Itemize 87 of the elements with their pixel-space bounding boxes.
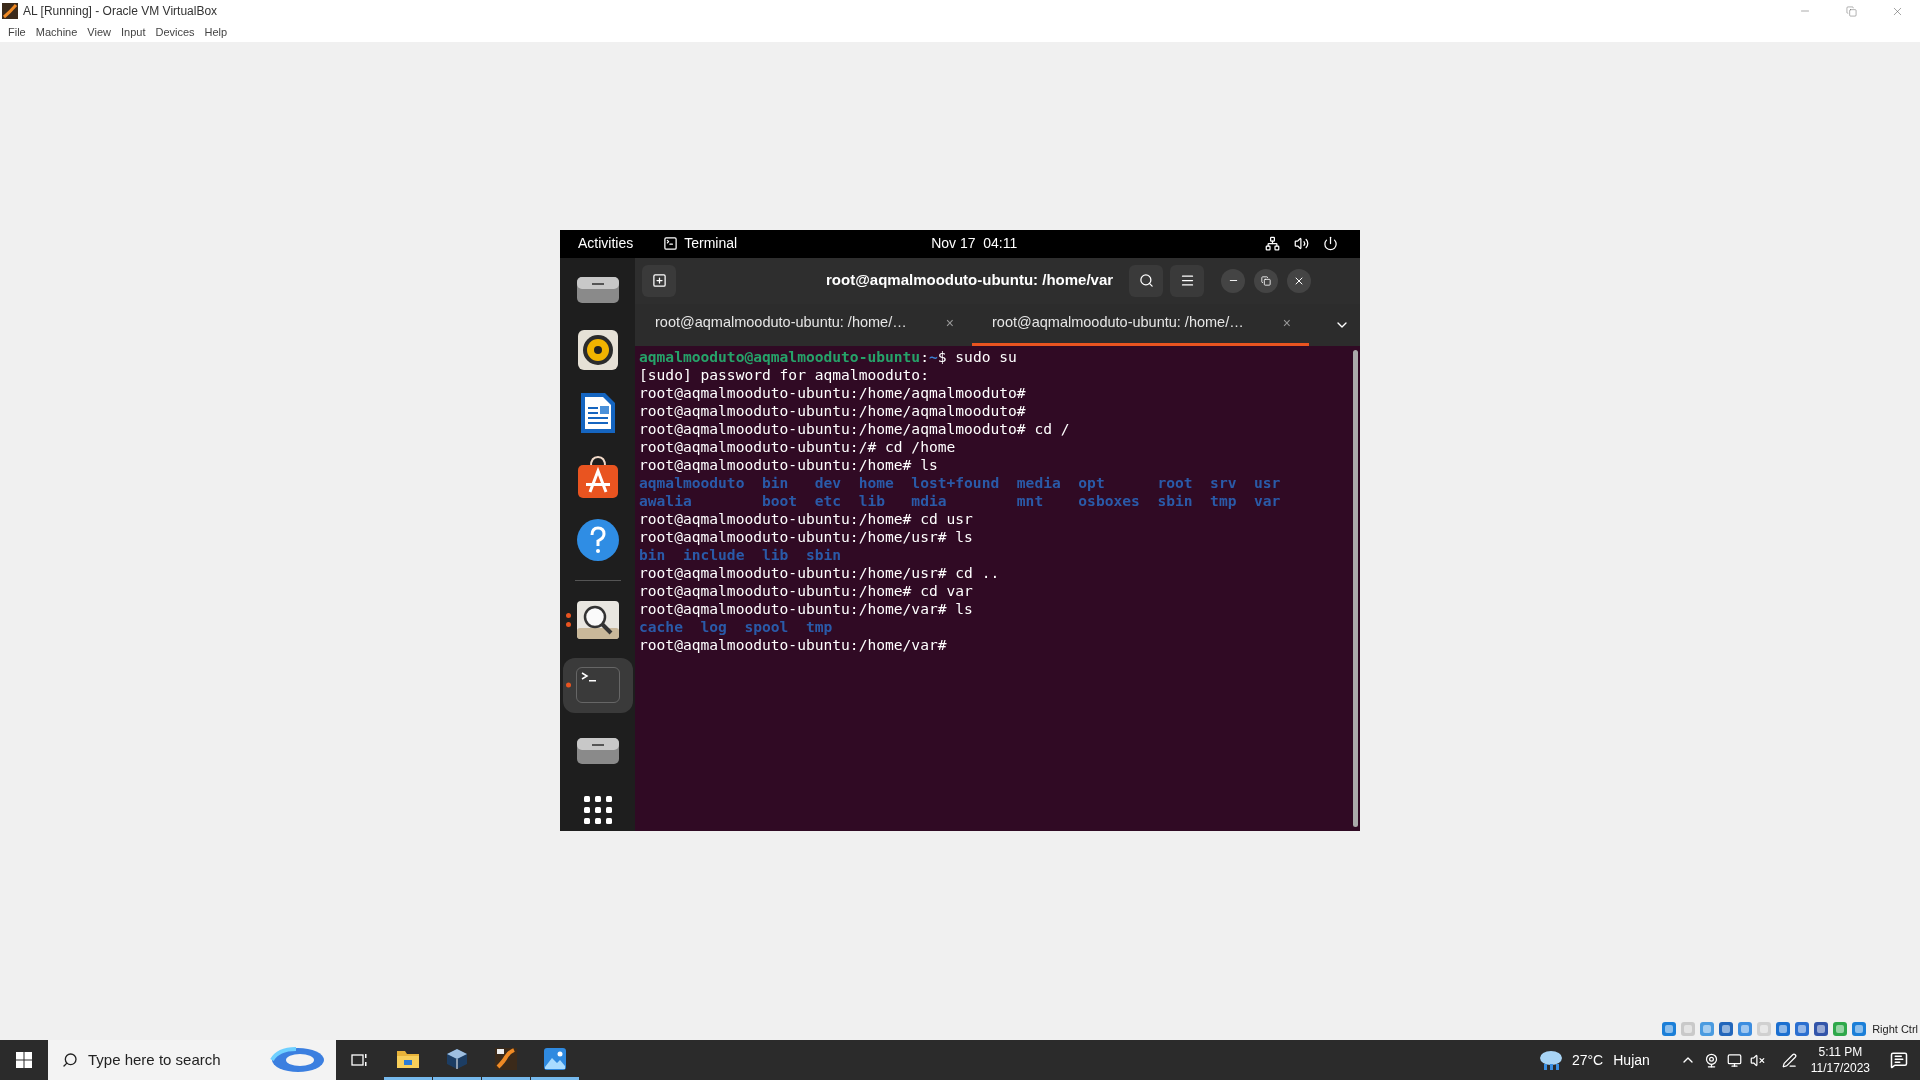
tab-close-button[interactable]: × (945, 312, 954, 334)
status-indicator-icon[interactable] (1832, 1021, 1849, 1037)
app-grid-icon[interactable] (582, 795, 613, 826)
status-indicator-icon[interactable] (1737, 1021, 1754, 1037)
tab-label[interactable]: root@aqmalmooduto-ubuntu: /home/… (992, 312, 1244, 334)
menu-icon (1179, 273, 1195, 288)
terminal-line: root@aqmalmooduto-ubuntu:/# cd /home (639, 437, 956, 456)
task-view-icon[interactable] (350, 1051, 368, 1069)
status-indicator-icon[interactable] (1661, 1021, 1678, 1037)
pen-icon[interactable] (1781, 1052, 1797, 1068)
terminal-line: root@aqmalmooduto-ubuntu:/home/aqmalmooduto# cd / (639, 419, 1070, 438)
status-indicator-icon[interactable] (1794, 1021, 1811, 1037)
image-icon[interactable] (543, 1046, 567, 1071)
clock-date[interactable]: 11/17/2023 (1810, 1060, 1870, 1076)
terminal-line: cache log spool tmp (639, 617, 833, 636)
new-tab-icon (651, 273, 667, 288)
weather-condition[interactable]: Hujan (1613, 1049, 1650, 1071)
shopping-bag-icon[interactable] (575, 454, 620, 501)
status-indicator-icon[interactable] (1813, 1021, 1830, 1037)
notification-icon[interactable] (1890, 1051, 1908, 1069)
menu-button[interactable] (1170, 264, 1205, 297)
terminal-line: root@aqmalmooduto-ubuntu:/home# ls (639, 455, 938, 474)
terminal-line: root@aqmalmooduto-ubuntu:/home# cd var (639, 581, 973, 600)
menu-item[interactable]: File (3, 23, 31, 41)
speaker-icon[interactable] (575, 328, 620, 373)
terminal-line: awalia boot etc lib mdia mnt osboxes sbin tmp var (639, 491, 1281, 510)
status-indicator-icon[interactable] (1775, 1021, 1792, 1037)
terminal-line: root@aqmalmooduto-ubuntu:/home/usr# ls (639, 527, 973, 546)
search-field[interactable]: Type here to search (48, 1040, 336, 1080)
clock-time[interactable]: 5:11 PM (1818, 1044, 1863, 1060)
search-icon (1138, 273, 1154, 288)
new-tab-button[interactable] (642, 264, 676, 297)
brush-icon[interactable] (494, 1046, 518, 1071)
app-name[interactable]: Terminal (684, 233, 738, 254)
cube-icon[interactable] (445, 1046, 469, 1071)
volume-muted-icon[interactable] (1749, 1052, 1765, 1068)
running-indicator (565, 612, 571, 627)
status-indicator-icon[interactable] (1851, 1021, 1868, 1037)
restore-button[interactable] (1254, 268, 1279, 293)
network-icon[interactable] (1265, 236, 1280, 251)
menu-item[interactable]: Machine (30, 23, 83, 41)
volume-icon[interactable] (1294, 236, 1309, 251)
terminal-line: aqmalmooduto bin dev home lost+found media opt root srv usr (639, 473, 1281, 492)
search-icon (62, 1052, 78, 1068)
terminal-line: root@aqmalmooduto-ubuntu:/home/var# ls (639, 599, 973, 618)
menu-item[interactable]: Devices (150, 23, 200, 41)
help-icon[interactable] (575, 518, 620, 563)
window-title: AL [Running] - Oracle VM VirtualBox (23, 3, 218, 20)
clock[interactable]: Nov 17 04:11 (931, 233, 1018, 254)
drive-icon[interactable] (575, 736, 620, 767)
search-input[interactable]: Type here to search (88, 1048, 258, 1072)
terminal-line: aqmalmooduto@aqmalmooduto-ubuntu:~$ sudo su (639, 347, 1017, 366)
power-icon[interactable] (1323, 236, 1338, 251)
tab-close-button[interactable]: × (1282, 312, 1291, 334)
temperature[interactable]: 27°C (1571, 1049, 1604, 1071)
menu-item[interactable]: Help (199, 23, 233, 41)
search-button[interactable] (1129, 264, 1164, 297)
terminal-line: [sudo] password for aqmalmooduto: (639, 365, 929, 384)
terminal-line: root@aqmalmooduto-ubuntu:/home/aqmalmooduto# (639, 401, 1026, 420)
running-indicator (565, 682, 571, 688)
windows-icon (16, 1052, 32, 1068)
terminal-line: root@aqmalmooduto-ubuntu:/home/var# (639, 635, 947, 654)
terminal-tab[interactable]: root@aqmalmooduto-ubuntu: /home/… × (635, 303, 972, 346)
status-indicator-icon[interactable] (1718, 1021, 1735, 1037)
menu-item[interactable]: Input (115, 23, 151, 41)
terminal-icon[interactable] (575, 667, 620, 704)
camera-icon[interactable] (1703, 1052, 1719, 1068)
restore-icon (1845, 5, 1857, 17)
terminal-line: root@aqmalmooduto-ubuntu:/home/aqmalmooduto# (639, 383, 1026, 402)
close-button[interactable] (1287, 268, 1312, 293)
app-icon (2, 3, 18, 19)
network-icon[interactable] (1726, 1052, 1742, 1068)
terminal-line: root@aqmalmooduto-ubuntu:/home# cd usr (639, 509, 973, 528)
menu-item[interactable]: View (82, 23, 116, 41)
drive-icon[interactable] (575, 274, 620, 305)
scrollbar[interactable] (1352, 349, 1358, 827)
terminal-title: root@aqmalmooduto-ubuntu: /home/var (826, 270, 1114, 291)
tab-label[interactable]: root@aqmalmooduto-ubuntu: /home/… (655, 312, 907, 334)
activities-button[interactable]: Activities (578, 233, 634, 254)
magnifier-icon[interactable] (575, 599, 620, 640)
terminal-line: bin include lib sbin (639, 545, 842, 564)
terminal-icon (663, 236, 679, 251)
restore-icon (1261, 275, 1272, 286)
cloud-rain-icon[interactable] (1537, 1049, 1564, 1071)
terminal-line: root@aqmalmooduto-ubuntu:/home/usr# cd .. (639, 563, 1000, 582)
host-key-label: Right Ctrl (1872, 1021, 1918, 1037)
status-indicator-icon[interactable] (1699, 1021, 1716, 1037)
